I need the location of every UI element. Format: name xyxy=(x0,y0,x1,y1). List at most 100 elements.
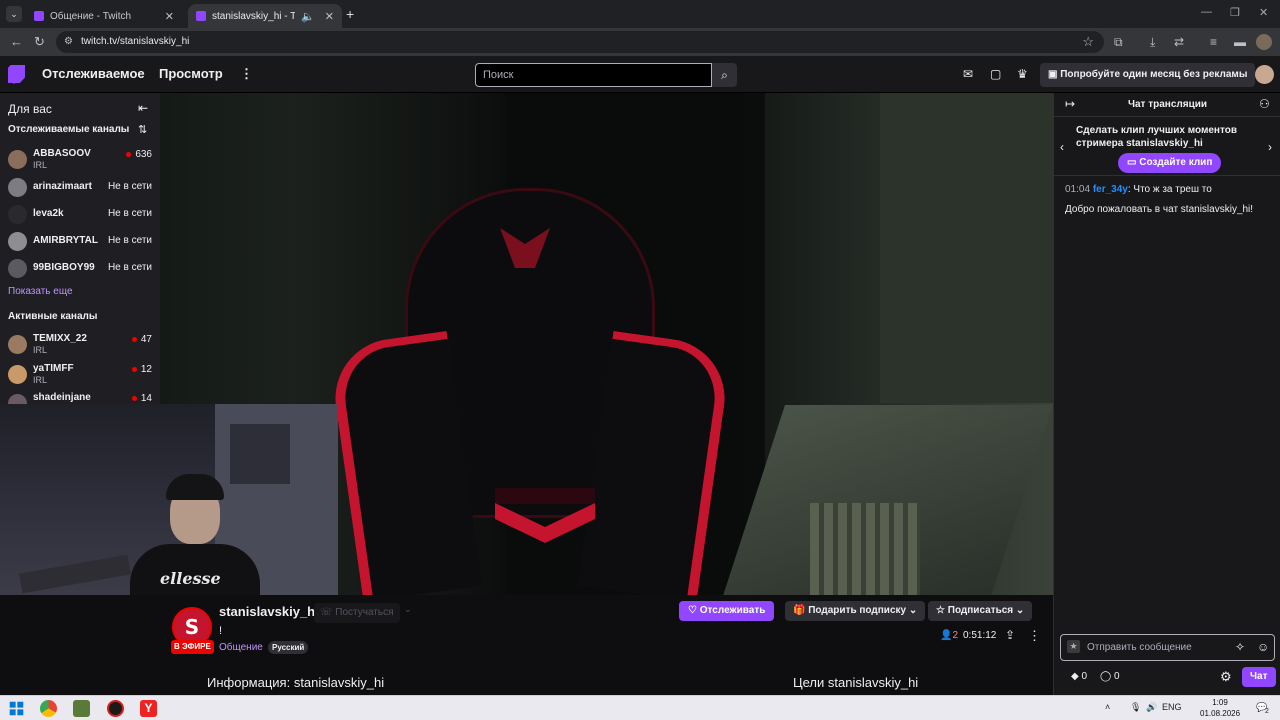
minimize-icon[interactable]: — xyxy=(1201,6,1212,18)
game-app-icon[interactable] xyxy=(73,700,90,717)
app-icon[interactable] xyxy=(107,700,124,717)
download-icon[interactable]: ⤓ xyxy=(1150,35,1155,50)
goals-heading: Цели stanislavskiy_hi xyxy=(793,675,919,690)
chevron-right-icon[interactable]: › xyxy=(1268,140,1272,154)
speaker-icon[interactable]: 🔈 xyxy=(301,10,315,23)
sidebar-channel-amirbrytal[interactable]: AMIRBRYTAL Не в сети xyxy=(8,229,156,255)
microphone-icon[interactable]: 🎙 xyxy=(1130,702,1141,713)
new-tab-icon[interactable]: + xyxy=(346,6,354,22)
stream-category-link[interactable]: Общение xyxy=(219,642,263,653)
extensions-icon[interactable]: ⧉ xyxy=(1114,35,1123,50)
streamer-cap xyxy=(166,474,224,500)
volume-icon[interactable]: 🔊 xyxy=(1146,702,1157,713)
ad-free-promo-button[interactable]: ▣ Попробуйте один месяц без рекламы xyxy=(1040,63,1256,87)
offline-status: Не в сети xyxy=(107,181,152,192)
sort-icon[interactable]: ⇅ xyxy=(138,123,147,136)
sidebar-channel-99bigboy99[interactable]: 99BIGBOY99 Не в сети xyxy=(8,256,156,282)
chevron-left-icon[interactable]: ‹ xyxy=(1060,140,1064,154)
follow-button[interactable]: ♡ Отслеживать xyxy=(679,601,775,621)
maximize-icon[interactable]: ❐ xyxy=(1230,6,1240,19)
sidebar-channel-temixx[interactable]: TEMIXX_22 IRL 47 xyxy=(8,332,156,358)
close-tab-icon[interactable]: ✕ xyxy=(165,10,174,23)
windows-start-icon[interactable] xyxy=(9,701,24,716)
channel-name[interactable]: stanislavskiy_hi xyxy=(219,604,319,619)
clock-time: 1:09 xyxy=(1212,698,1228,707)
sidebar-channel-leva2k[interactable]: leva2k Не в сети xyxy=(8,202,156,228)
back-icon[interactable]: ← xyxy=(10,34,23,49)
prime-crown-icon[interactable]: ♛ xyxy=(1017,67,1028,81)
yandex-browser-icon[interactable]: Y xyxy=(140,700,157,717)
ad-free-icon: ▣ xyxy=(1048,69,1061,80)
chair-band xyxy=(495,488,595,504)
twitch-favicon-icon xyxy=(34,11,44,21)
community-icon[interactable]: ⚇ xyxy=(1259,97,1270,111)
tray-overflow-icon[interactable]: ˄ xyxy=(1105,702,1110,712)
chat-input-field[interactable]: ★ Отправить сообщение ✧ ☺ xyxy=(1060,634,1275,661)
bits-balance[interactable]: ◆ 0 xyxy=(1071,671,1087,682)
bookmark-star-icon[interactable]: ☆ xyxy=(1082,34,1094,50)
share-icon[interactable]: ⇪ xyxy=(1005,628,1015,642)
show-more-link[interactable]: Показать еще xyxy=(8,286,73,297)
twitch-logo-icon[interactable] xyxy=(8,65,25,84)
browser-tab-1[interactable]: Общение - Twitch ✕ xyxy=(26,4,182,28)
chat-send-button[interactable]: Чат xyxy=(1242,667,1276,687)
browser-profile-avatar[interactable] xyxy=(1256,34,1272,50)
points-balance[interactable]: ◯ 0 xyxy=(1100,671,1120,682)
user-avatar[interactable] xyxy=(1255,65,1274,84)
viewer-count: 14 xyxy=(132,393,152,404)
site-info-icon[interactable]: ⚙ xyxy=(64,36,73,47)
close-tab-icon[interactable]: ✕ xyxy=(325,10,334,23)
create-clip-button[interactable]: ▭ Создайте клип xyxy=(1118,153,1222,173)
channel-avatar xyxy=(8,150,27,169)
clip-icon: ▭ xyxy=(1127,157,1140,168)
clip-promo-text: Сделать клип лучших моментов стримера st… xyxy=(1076,125,1237,149)
sidebar-channel-abbasoov[interactable]: ABBASOOV IRL 636 xyxy=(8,147,156,173)
whispers-icon[interactable]: ▢ xyxy=(990,67,1001,81)
sidebar-channel-shadeinjane[interactable]: shadeinjane 14 xyxy=(8,391,156,404)
browser-tab-bar: ⌄ Общение - Twitch ✕ stanislavskiy_hi - … xyxy=(0,0,1280,28)
chat-header: ↦ Чат трансляции ⚇ xyxy=(1054,93,1280,117)
language-tag[interactable]: Русский xyxy=(268,641,309,654)
message-username[interactable]: fer_34y xyxy=(1093,184,1128,195)
extension-flag-icon[interactable]: ▬ xyxy=(1234,35,1246,49)
search-input[interactable] xyxy=(475,63,712,87)
tab-search-button[interactable]: ⌄ xyxy=(6,6,22,22)
search-icon[interactable]: ⌕ xyxy=(712,63,737,87)
points-icon: ◯ xyxy=(1100,671,1114,682)
keyboard-language[interactable]: ENG xyxy=(1162,702,1182,712)
browser-tab-2[interactable]: stanislavskiy_hi - Twitch 🔈 ✕ xyxy=(188,4,342,28)
sidebar-channel-arinazimaart[interactable]: arinazimaart Не в сети xyxy=(8,175,156,201)
about-heading: Информация: stanislavskiy_hi xyxy=(207,675,385,690)
translate-icon[interactable]: ⇄ xyxy=(1174,35,1184,49)
chrome-icon[interactable] xyxy=(40,700,57,717)
more-menu-icon[interactable]: ⋮ xyxy=(240,66,253,82)
channel-name: leva2k xyxy=(33,208,64,219)
chat-settings-icon[interactable]: ⚙ xyxy=(1220,669,1232,685)
channel-name: AMIRBRYTAL xyxy=(33,235,98,246)
more-options-icon[interactable]: ⋮ xyxy=(1028,628,1041,644)
clip-promo-banner: ‹ Сделать клип лучших моментов стримера … xyxy=(1054,118,1280,176)
chevron-down-icon: ⌄ xyxy=(1013,605,1025,616)
inbox-icon[interactable]: ✉ xyxy=(963,67,973,81)
stream-uptime: 0:51:12 xyxy=(963,630,997,641)
reading-list-icon[interactable]: ≡ xyxy=(1210,35,1217,49)
channel-points-icon[interactable]: ★ xyxy=(1067,640,1080,653)
message-text: : Что ж за треш то xyxy=(1127,184,1212,195)
subscribe-button[interactable]: ☆ Подписаться ⌄ xyxy=(928,601,1033,621)
windows-taskbar: Y ˄ 🎙 🔊 ENG 1:09 01.08.2026 💬 2 xyxy=(0,695,1280,720)
search-box: ⌕ xyxy=(475,63,737,87)
followed-channels-header: Отслеживаемые каналы xyxy=(8,124,130,135)
nav-browse-link[interactable]: Просмотр xyxy=(159,66,223,81)
address-bar[interactable]: ⚙ twitch.tv/stanislavskiy_hi ☆ xyxy=(56,31,1104,53)
viewer-count-value: 2 xyxy=(952,630,959,641)
gift-sub-button[interactable]: 🎁 Подарить подписку ⌄ xyxy=(785,601,926,621)
sidebar-channel-yatimff[interactable]: yaTIMFF IRL 12 xyxy=(8,362,156,388)
nav-following-link[interactable]: Отслеживаемое xyxy=(42,66,145,81)
close-window-icon[interactable]: ✕ xyxy=(1259,6,1268,19)
collapse-sidebar-icon[interactable]: ⇤ xyxy=(138,101,148,115)
system-clock[interactable]: 1:09 01.08.2026 xyxy=(1200,697,1240,719)
reload-icon[interactable]: ↻ xyxy=(34,34,45,50)
emote-icon[interactable]: ☺ xyxy=(1257,640,1269,654)
magic-icon[interactable]: ✧ xyxy=(1235,640,1245,654)
knock-icon: ☏ xyxy=(320,607,336,618)
